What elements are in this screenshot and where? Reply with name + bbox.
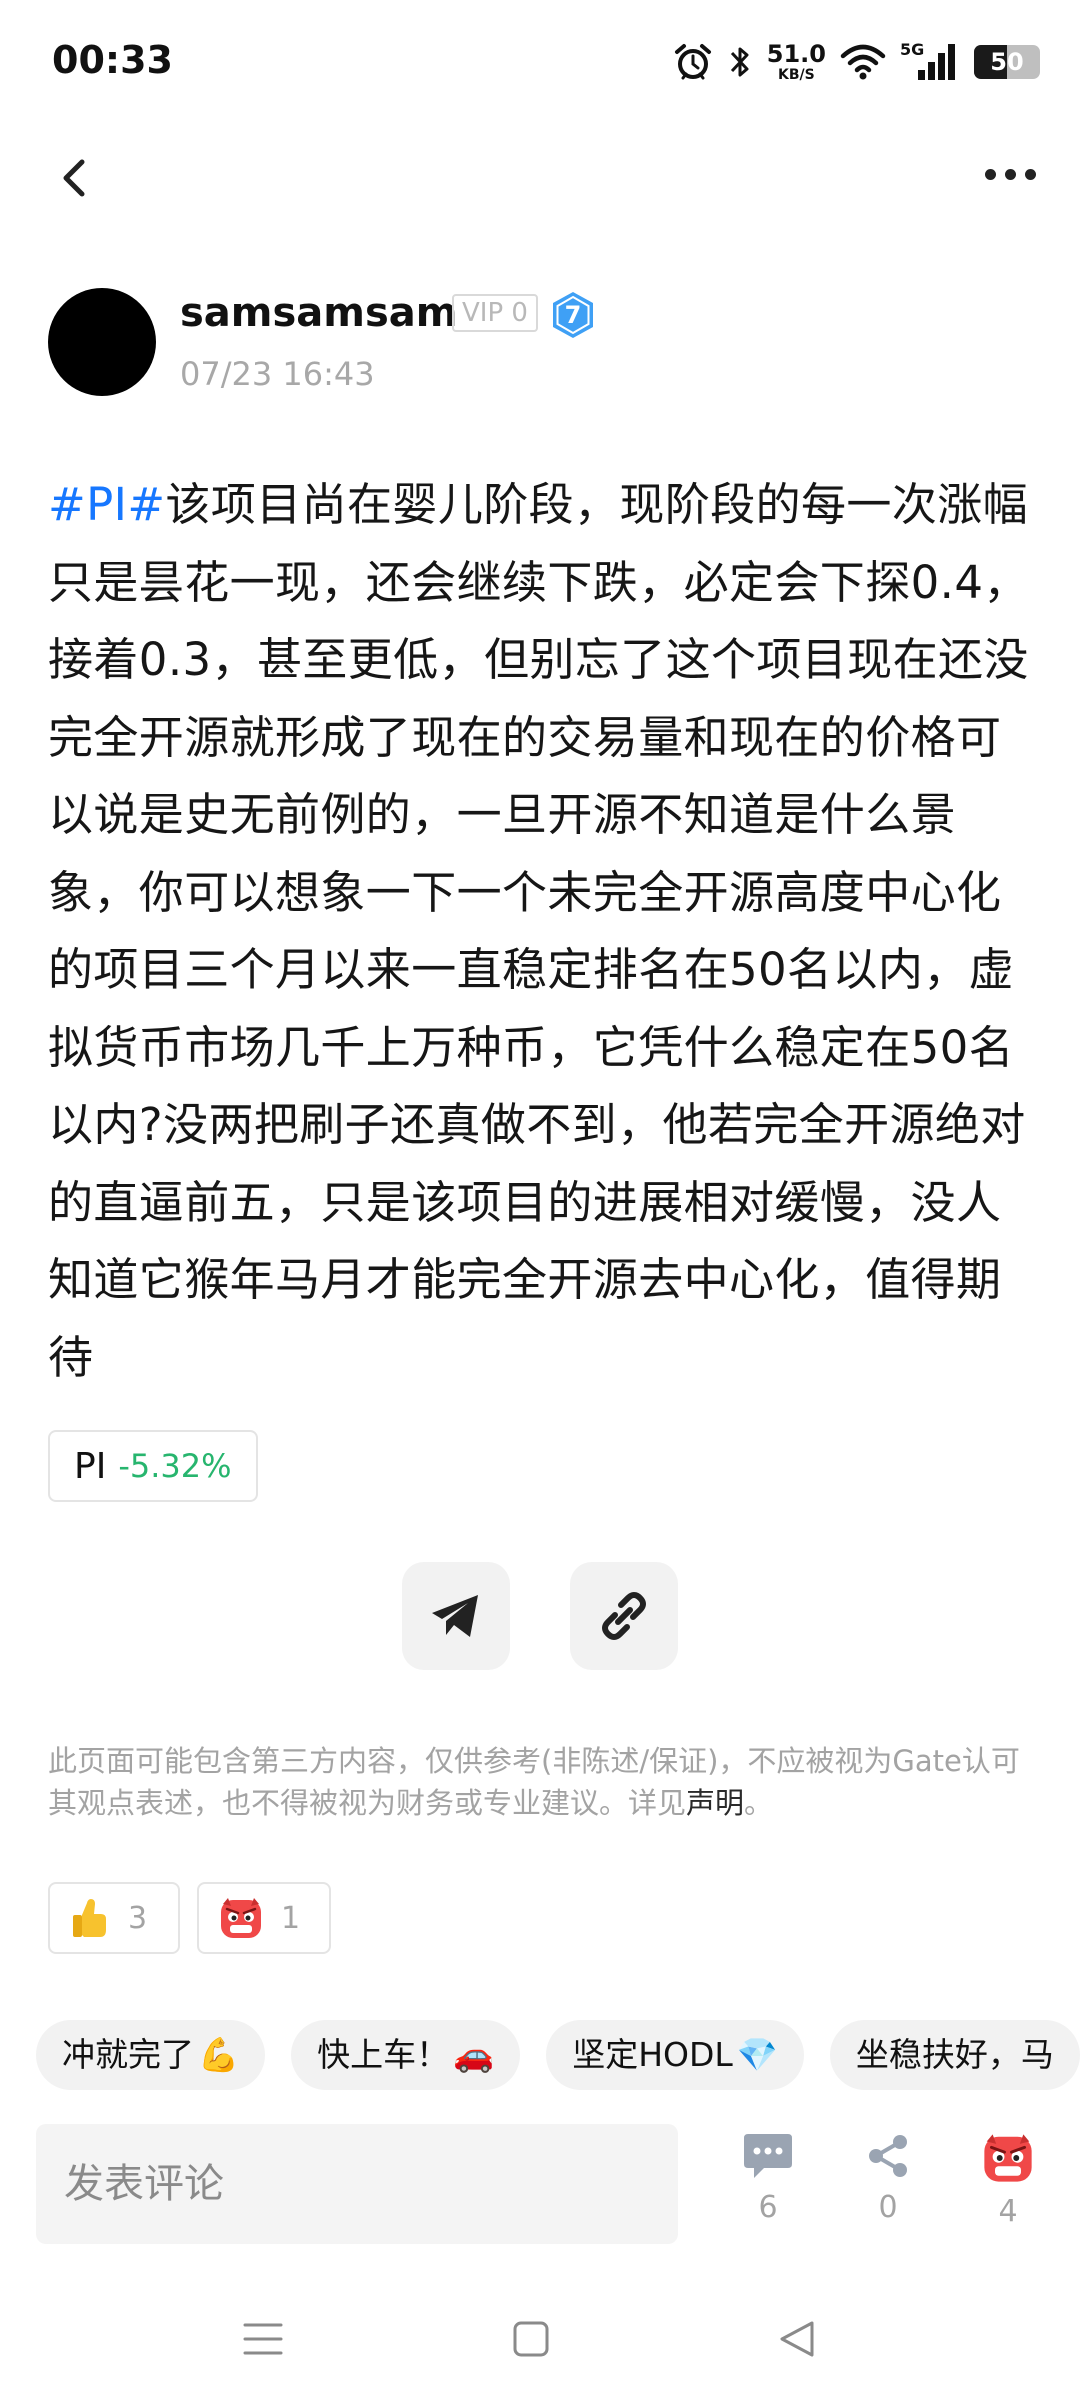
quick-comment-text: 冲就完了 [62,2035,194,2074]
quick-comment-chip[interactable]: 冲就完了 💪 [36,2020,266,2090]
vip-badge: VIP 0 [452,294,538,332]
quick-comment-chip[interactable]: 坚定HODL 💎 [546,2020,804,2090]
net-speed-value: 51.0 [766,40,826,68]
system-home-button[interactable] [506,2314,556,2364]
disclaimer: 此页面可能包含第三方内容，仅供参考(非陈述/保证)，不应被视为Gate认可其观点… [48,1740,1038,1824]
share-count: 0 [878,2190,898,2225]
reaction-thumbs-up[interactable]: 3 [48,1882,180,1954]
disclaimer-text: 此页面可能包含第三方内容，仅供参考(非陈述/保证)，不应被视为Gate认可其观点… [48,1744,1020,1820]
quick-comment-text: 坚定HODL [572,2035,733,2074]
level-badge: 7 [550,290,596,340]
quick-comment-chip[interactable]: 快上车！ 🚗 [291,2020,521,2090]
reaction-angry-devil[interactable]: 1 [197,1882,331,1954]
cellular-signal-icon: 5G [900,40,960,84]
back-button[interactable] [50,150,100,206]
alarm-icon [673,42,713,82]
copy-link-button[interactable] [570,1562,678,1670]
reaction-count: 1 [281,1900,301,1936]
coin-name: PI [74,1445,107,1487]
comment-input[interactable]: 发表评论 [36,2124,678,2244]
post-content: #PI#该项目尚在婴儿阶段，现阶段的每一次涨幅只是昙花一现，还会继续下跌，必定会… [48,466,1040,1396]
share-telegram-button[interactable] [402,1562,510,1670]
triangle-back-icon [780,2321,814,2357]
reactions-button[interactable]: 4 [968,2132,1048,2229]
system-menu-button[interactable] [238,2314,288,2364]
reaction-count: 3 [128,1900,148,1936]
system-back-button[interactable] [772,2314,822,2364]
telegram-icon [432,1595,478,1637]
link-icon [602,1592,646,1640]
more-dot [1004,168,1016,180]
thumbs-up-emoji-icon [73,1899,106,1937]
post-body: 该项目尚在婴儿阶段，现阶段的每一次涨幅只是昙花一现，还会继续下跌，必定会下探0.… [48,478,1029,1384]
menu-lines-icon [243,2323,283,2355]
post-time: 07/23 16:43 [180,355,375,393]
comment-bubble-icon [744,2134,792,2178]
more-dot [1024,168,1036,180]
angry-devil-emoji-icon [221,1898,261,1938]
more-options-button[interactable] [980,160,1040,188]
disclaimer-end: 。 [744,1786,774,1820]
square-home-icon [513,2321,549,2357]
avatar[interactable] [48,288,156,396]
reaction-total-count: 4 [998,2194,1018,2229]
net-speed: 51.0 KB/S [767,42,826,82]
share-button[interactable]: 0 [848,2132,928,2225]
quick-comment-emoji: 🚗 [453,2035,495,2074]
net-speed-unit: KB/S [778,67,815,83]
battery-icon: 50 [974,45,1040,79]
quick-comment-emoji: 💎 [736,2035,778,2074]
status-icons: 51.0 KB/S 5G 50 [673,34,1040,90]
comment-count: 6 [758,2190,778,2225]
disclaimer-link[interactable]: 声明 [686,1786,744,1820]
wifi-icon [840,42,886,82]
angry-devil-emoji-icon [984,2134,1032,2182]
quick-comment-chip[interactable]: 坐稳扶好，马 [829,2020,1080,2090]
quick-comment-row: 冲就完了 💪 快上车！ 🚗 坚定HODL 💎 坐稳扶好，马 [36,2020,1080,2090]
level-number: 7 [564,301,582,329]
bluetooth-icon [727,42,753,82]
battery-level: 50 [990,48,1024,76]
coin-change: -5.32% [118,1447,232,1485]
coin-chip[interactable]: PI -5.32% [48,1430,258,1502]
author-name[interactable]: samsamsam [180,290,457,336]
hashtag-link[interactable]: #PI# [48,478,165,531]
status-time: 00:33 [52,38,173,82]
quick-comment-text: 坐稳扶好，马 [855,2035,1054,2074]
chevron-left-icon [63,159,85,197]
quick-comment-emoji: 💪 [198,2035,240,2074]
quick-comment-text: 快上车！ [317,2035,450,2074]
comments-button[interactable]: 6 [728,2132,808,2225]
share-icon [869,2135,907,2177]
more-dot [984,168,996,180]
